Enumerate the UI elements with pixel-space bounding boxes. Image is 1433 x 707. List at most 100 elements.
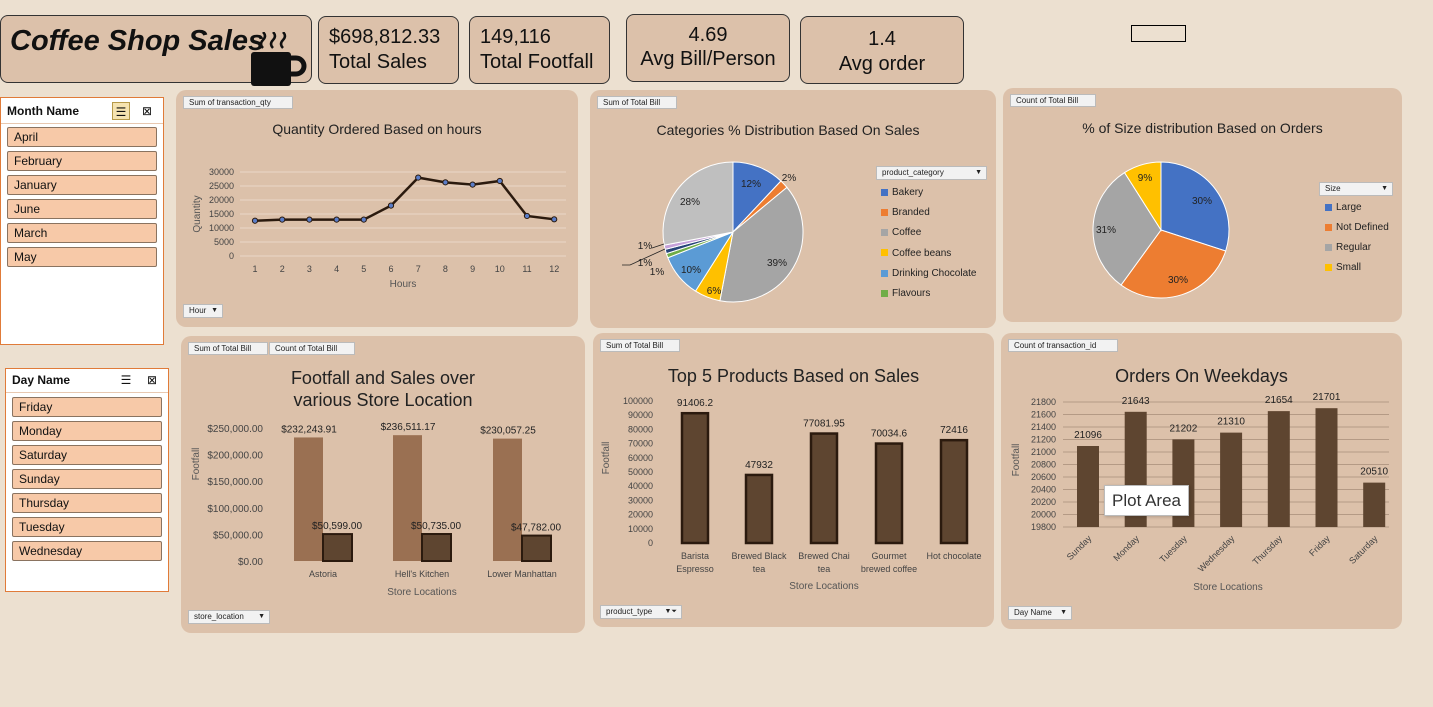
- slicer-item-march[interactable]: March: [7, 223, 157, 243]
- slice-data-label: 6%: [707, 286, 722, 297]
- dashboard-title-card: Coffee Shop Sales: [0, 15, 312, 86]
- legend-item: Flavours: [881, 288, 930, 299]
- y-tick-label: $0.00: [238, 557, 263, 568]
- data-label: 21310: [1217, 417, 1245, 428]
- slicer-item-june[interactable]: June: [7, 199, 157, 219]
- data-point: [251, 217, 259, 224]
- slicer-item-tuesday[interactable]: Tuesday: [12, 517, 162, 537]
- slicer-title: Month Name: [7, 104, 79, 118]
- slicer-item-friday[interactable]: Friday: [12, 397, 162, 417]
- x-axis-label: Store Locations: [789, 581, 859, 592]
- slicer-item-wednesday[interactable]: Wednesday: [12, 541, 162, 561]
- data-label: 91406.2: [677, 398, 714, 409]
- y-tick-label: $100,000.00: [207, 504, 263, 515]
- day-name-filter-button[interactable]: Day Name ▼: [1008, 606, 1072, 620]
- x-tick-label: 4: [334, 264, 339, 274]
- legend-swatch: [881, 269, 888, 277]
- y-axis-label: Quantity: [192, 195, 203, 232]
- hour-filter-button[interactable]: Hour ▼: [183, 304, 223, 318]
- x-tick-label: Barista: [681, 551, 709, 561]
- y-tick-label: $200,000.00: [207, 451, 263, 462]
- kpi-value: $698,812.33: [329, 26, 441, 48]
- x-tick-label: Wednesday: [1196, 533, 1237, 574]
- slicer-item-may[interactable]: May: [7, 247, 157, 267]
- x-tick-label: 3: [307, 264, 312, 274]
- data-label: $50,735.00: [411, 521, 461, 532]
- y-tick-label: 21600: [1031, 410, 1056, 420]
- x-axis-label: Hours: [390, 279, 417, 290]
- multi-select-icon[interactable]: ☰: [117, 371, 135, 389]
- x-tick-label: 8: [443, 264, 448, 274]
- category-legend-button[interactable]: product_category ▼: [876, 166, 987, 180]
- x-tick-label: 9: [470, 264, 475, 274]
- x-tick-label: Monday: [1111, 533, 1141, 563]
- bar-footfall: [421, 533, 452, 563]
- store-location-filter-button[interactable]: store_location ▼: [188, 610, 270, 624]
- legend-label: Flavours: [892, 288, 931, 299]
- data-label: $232,243.91: [281, 424, 337, 435]
- slicer-item-sunday[interactable]: Sunday: [12, 469, 162, 489]
- bar-sales: [493, 438, 522, 561]
- filter-funnel-icon: ▼⏷: [664, 608, 677, 615]
- slicer-item-thursday[interactable]: Thursday: [12, 493, 162, 513]
- clear-filter-icon[interactable]: ⊠: [143, 371, 161, 389]
- data-label: 20510: [1360, 467, 1388, 478]
- legend-label: Large: [1336, 202, 1362, 213]
- data-label: 21096: [1074, 430, 1102, 441]
- size-legend-button[interactable]: Size ▼: [1319, 182, 1393, 196]
- dropdown-arrow-icon: ▼: [1060, 609, 1067, 616]
- data-label: $236,511.17: [381, 422, 436, 433]
- x-tick-label: 10: [495, 264, 505, 274]
- data-point: [279, 216, 286, 223]
- dropdown-arrow-icon: ▼: [1381, 185, 1388, 192]
- weekdays-chart-panel: Count of transaction_id Orders On Weekda…: [1001, 333, 1402, 629]
- bar: [1220, 432, 1243, 527]
- legend-button-label: Size: [1325, 184, 1341, 193]
- data-label: 21202: [1169, 423, 1197, 434]
- data-label: $47,782.00: [511, 523, 561, 534]
- y-tick-label: 60000: [628, 453, 653, 463]
- x-tick-label: Astoria: [309, 569, 337, 579]
- legend-swatch: [881, 289, 888, 297]
- hours-chart-panel: Sum of transaction_qty Quantity Ordered …: [176, 90, 578, 327]
- legend-swatch: [881, 249, 888, 257]
- slicer-item-february[interactable]: February: [7, 151, 157, 171]
- slice-data-label: 12%: [741, 179, 761, 190]
- legend-swatch: [881, 209, 888, 217]
- x-tick-label: tea: [753, 564, 766, 574]
- x-tick-label: Brewed Chai: [798, 551, 850, 561]
- x-tick-label: Hot chocolate: [926, 551, 981, 561]
- filter-button-label: product_type: [606, 607, 653, 616]
- month-slicer: Month Name ☰ ⊠ April February January Ju…: [0, 97, 164, 345]
- data-label: $50,599.00: [312, 521, 362, 532]
- legend-button-label: product_category: [882, 168, 944, 177]
- x-tick-label: Lower Manhattan: [487, 569, 557, 579]
- kpi-value: 1.4: [868, 28, 896, 50]
- product-type-filter-button[interactable]: product_type ▼⏷: [600, 605, 682, 619]
- slice-data-label: 28%: [680, 197, 700, 208]
- categories-pie-chart: 12%2%39%6%10%1%1%1%28%: [622, 161, 804, 303]
- slice-data-label: 1%: [638, 241, 653, 252]
- y-tick-label: 30000: [209, 167, 234, 177]
- multi-select-icon[interactable]: ☰: [112, 102, 130, 120]
- y-tick-label: $150,000.00: [207, 477, 263, 488]
- y-tick-label: 15000: [209, 209, 234, 219]
- slicer-item-january[interactable]: January: [7, 175, 157, 195]
- y-tick-label: 10000: [209, 223, 234, 233]
- y-tick-label: 40000: [628, 481, 653, 491]
- x-tick-label: Saturday: [1347, 533, 1380, 566]
- y-tick-label: 21200: [1031, 435, 1056, 445]
- y-tick-label: 20600: [1031, 472, 1056, 482]
- slicer-item-saturday[interactable]: Saturday: [12, 445, 162, 465]
- clear-filter-icon[interactable]: ⊠: [138, 102, 156, 120]
- y-axis-label: Footfall: [1011, 444, 1022, 477]
- dropdown-arrow-icon: ▼: [258, 613, 265, 620]
- x-axis-label: Store Locations: [387, 587, 457, 598]
- legend-swatch: [1325, 243, 1332, 251]
- slicer-item-monday[interactable]: Monday: [12, 421, 162, 441]
- legend-label: Bakery: [892, 187, 924, 198]
- slicer-item-april[interactable]: April: [7, 127, 157, 147]
- slice-data-label: 30%: [1192, 196, 1212, 207]
- y-tick-label: 25000: [209, 181, 234, 191]
- legend-swatch: [881, 229, 888, 237]
